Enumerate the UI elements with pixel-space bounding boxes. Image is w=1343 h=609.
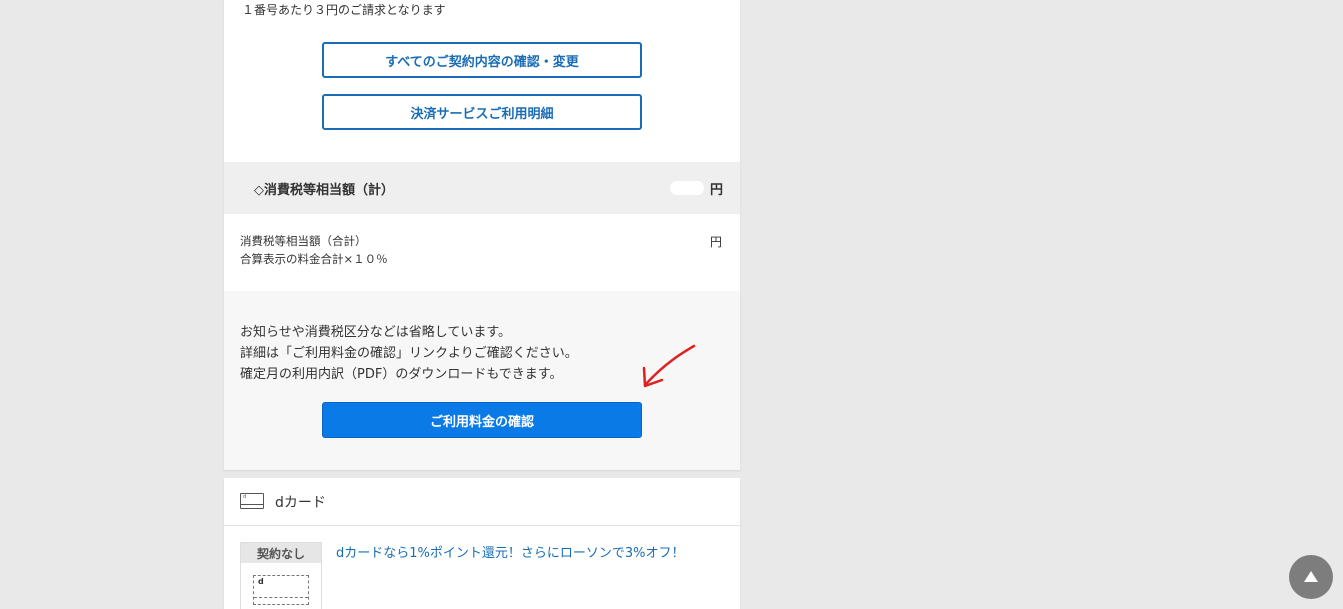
tax-total-title: ◇消費税等相当額（計） <box>254 183 394 198</box>
info-text: お知らせや消費税区分などは省略しています。 詳細は「ご利用料金の確認」リンクより… <box>240 322 578 385</box>
dcard-thumbnail: 契約なし d <box>240 542 322 609</box>
dcard-card: d dカード 契約なし d dカードなら1%ポイント還元！さらにローソンで3%オ… <box>224 478 740 609</box>
billing-card: １番号あたり３円のご請求となります すべてのご契約内容の確認・変更 決済サービス… <box>224 0 740 470</box>
dcard-outline-icon: d <box>253 575 309 605</box>
dcard-title: dカード <box>275 495 326 511</box>
scroll-to-top-button[interactable] <box>1289 555 1333 599</box>
dcard-promo-link[interactable]: dカードなら1%ポイント還元！さらにローソンで3%オフ！ <box>336 542 685 561</box>
thumb-card-letter: d <box>258 577 264 586</box>
card-icon-letter: d <box>243 494 247 500</box>
tax-detail-line1: 消費税等相当額（合計） <box>240 234 367 248</box>
confirm-usage-fee-button[interactable]: ご利用料金の確認 <box>322 402 642 438</box>
info-line3: 確定月の利用内訳（PDF）のダウンロードもできます。 <box>240 367 563 382</box>
arrow-up-icon <box>1304 570 1318 582</box>
tax-total-header: ◇消費税等相当額（計） 円 <box>224 162 740 214</box>
info-line1: お知らせや消費税区分などは省略しています。 <box>240 325 512 340</box>
credit-card-icon: d <box>240 493 264 509</box>
page: １番号あたり３円のご請求となります すべてのご契約内容の確認・変更 決済サービス… <box>0 0 1343 609</box>
payment-service-statement-button[interactable]: 決済サービスご利用明細 <box>322 94 642 130</box>
contract-details-button[interactable]: すべてのご契約内容の確認・変更 <box>322 42 642 78</box>
red-arrow-icon <box>642 344 696 388</box>
no-contract-badge: 契約なし <box>241 543 321 563</box>
dcard-header: d dカード <box>224 478 740 526</box>
tax-total-unit: 円 <box>710 183 724 198</box>
tax-detail-unit: 円 <box>710 235 723 249</box>
tax-detail-label: 消費税等相当額（合計） 合算表示の料金合計×１０％ <box>240 232 388 268</box>
billing-note: １番号あたり３円のご請求となります <box>242 3 446 17</box>
tax-total-amount-redacted <box>670 181 704 195</box>
info-line2: 詳細は「ご利用料金の確認」リンクよりご確認ください。 <box>240 346 578 361</box>
tax-detail-line2: 合算表示の料金合計×１０％ <box>240 252 388 266</box>
